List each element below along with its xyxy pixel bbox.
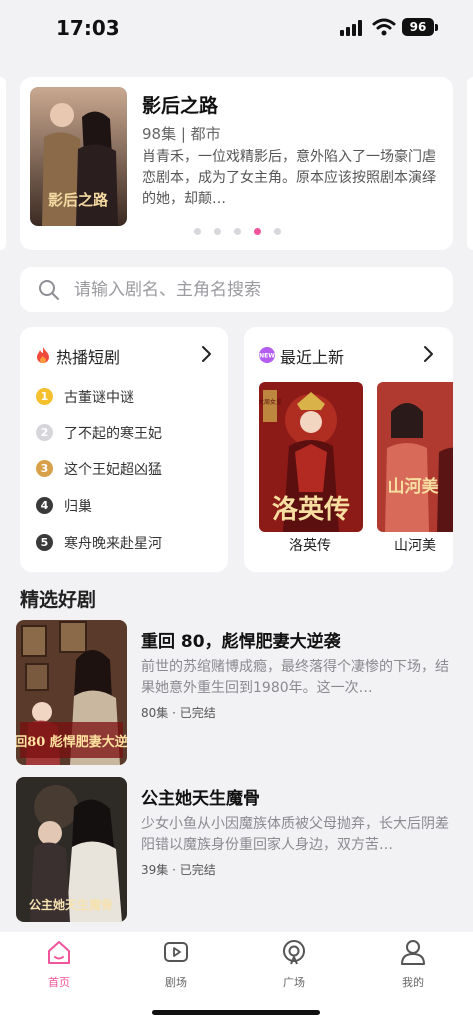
hot-drama-item[interactable]: 1 古董谜中谜	[36, 386, 226, 408]
tab-label: 我的	[402, 976, 424, 989]
new-release-poster[interactable]: 山河美	[377, 382, 453, 532]
poster-title: 洛英传	[272, 494, 350, 525]
featured-title: 重回 80，彪悍肥妻大逆袭	[141, 632, 341, 652]
new-releases-card[interactable]: NEW 最近上新 大周女皇 洛英传 洛英传 山河美 山河美	[244, 327, 453, 572]
rank-badge: 1	[36, 388, 53, 405]
chevron-right-icon[interactable]	[422, 345, 434, 363]
carousel-prev-card[interactable]	[0, 77, 6, 250]
tab-plaza[interactable]: 广场	[259, 938, 329, 990]
featured-description: 前世的苏绾赌博成瘾，最终落得个凄惨的下场，结果她意外重生回到1980年。这一次…	[141, 659, 449, 696]
hot-drama-item[interactable]: 3 这个王妃超凶猛	[36, 458, 226, 480]
tab-label: 剧场	[165, 976, 187, 989]
banner-meta: 98集 | 都市	[142, 125, 221, 143]
rank-badge: 2	[36, 424, 53, 441]
banner-poster: 影后之路	[30, 87, 127, 226]
wifi-icon	[372, 18, 396, 36]
user-icon	[401, 940, 425, 965]
carousel-dot[interactable]	[194, 228, 201, 235]
featured-poster-title: 重回80 彪悍肥妻大逆袭	[16, 734, 127, 750]
new-release-poster[interactable]: 大周女皇 洛英传	[259, 382, 363, 532]
rank-badge: 3	[36, 460, 53, 477]
tab-label: 首页	[48, 976, 70, 989]
chevron-right-icon[interactable]	[200, 345, 212, 363]
featured-poster-title: 公主她天生魔骨	[29, 897, 113, 912]
flame-icon	[37, 347, 49, 363]
hot-drama-label: 归巢	[64, 499, 92, 515]
hot-drama-item[interactable]: 4 归巢	[36, 495, 226, 517]
carousel-dots[interactable]	[194, 228, 294, 236]
new-releases-title: 最近上新	[280, 348, 345, 367]
featured-section-title: 精选好剧	[20, 589, 97, 611]
featured-title: 公主她天生魔骨	[141, 789, 260, 809]
hot-drama-label: 古董谜中谜	[64, 390, 134, 406]
broadcast-icon	[283, 940, 305, 965]
tab-profile[interactable]: 我的	[378, 938, 448, 990]
hot-drama-label: 寒舟晚来赴星河	[64, 536, 162, 552]
status-time: 17:03	[56, 16, 120, 40]
featured-drama-item[interactable]: 公主她天生魔骨 公主她天生魔骨 少女小鱼从小因魔族体质被父母抛弃，长大后阴差阳错…	[16, 777, 457, 922]
home-indicator[interactable]	[152, 1010, 320, 1015]
featured-poster: 重回80 彪悍肥妻大逆袭	[16, 620, 127, 765]
signal-icon	[340, 20, 366, 36]
svg-text:NEW: NEW	[259, 353, 275, 360]
carousel-dot-active[interactable]	[254, 228, 261, 235]
featured-drama-item[interactable]: 重回80 彪悍肥妻大逆袭 重回 80，彪悍肥妻大逆袭 前世的苏绾赌博成瘾，最终落…	[16, 620, 457, 765]
battery-icon: 96	[402, 18, 434, 36]
new-release-label[interactable]: 山河美	[394, 535, 436, 555]
hot-drama-label: 了不起的寒王妃	[64, 426, 162, 442]
poster-sub: 大周女皇	[259, 398, 282, 406]
banner-title: 影后之路	[142, 95, 219, 117]
new-badge-icon: NEW	[259, 347, 275, 363]
carousel-next-card[interactable]	[467, 77, 473, 250]
tab-theater[interactable]: 剧场	[141, 938, 211, 990]
featured-description: 少女小鱼从小因魔族体质被父母抛弃，长大后阴差阳错以魔族身份重回家人身边，双方苦…	[141, 816, 449, 853]
featured-meta: 39集 · 已完结	[141, 863, 216, 877]
poster-title: 山河美	[388, 476, 440, 497]
featured-poster: 公主她天生魔骨	[16, 777, 127, 922]
hot-drama-label: 这个王妃超凶猛	[64, 462, 162, 478]
play-icon	[164, 942, 188, 962]
home-icon	[48, 941, 70, 964]
rank-badge: 4	[36, 497, 53, 514]
search-icon	[39, 280, 59, 300]
search-input[interactable]	[74, 267, 434, 312]
tab-home[interactable]: 首页	[24, 938, 94, 990]
banner-description: 肖青禾，一位戏精影后，意外陷入了一场豪门虐恋剧本，成为了女主角。原本应该按照剧本…	[142, 149, 436, 207]
carousel-dot[interactable]	[214, 228, 221, 235]
new-release-label[interactable]: 洛英传	[289, 535, 331, 555]
rank-badge: 5	[36, 534, 53, 551]
carousel-dot[interactable]	[234, 228, 241, 235]
featured-meta: 80集 · 已完结	[141, 706, 216, 720]
carousel-dot[interactable]	[274, 228, 281, 235]
hot-dramas-title: 热播短剧	[56, 348, 121, 367]
featured-banner-card[interactable]: 影后之路 影后之路 98集 | 都市 肖青禾，一位戏精影后，意外陷入了一场豪门虐…	[20, 77, 453, 250]
tab-label: 广场	[283, 976, 305, 989]
search-bar[interactable]	[20, 267, 453, 312]
battery-cap	[435, 24, 438, 31]
status-bar: 17:03 96	[0, 0, 473, 56]
hot-dramas-card[interactable]: 热播短剧 1 古董谜中谜 2 了不起的寒王妃 3 这个王妃超凶猛 4 归巢 5 …	[20, 327, 228, 572]
hot-drama-item[interactable]: 2 了不起的寒王妃	[36, 422, 226, 444]
hot-drama-item[interactable]: 5 寒舟晚来赴星河	[36, 532, 226, 554]
banner-poster-title: 影后之路	[48, 191, 109, 209]
